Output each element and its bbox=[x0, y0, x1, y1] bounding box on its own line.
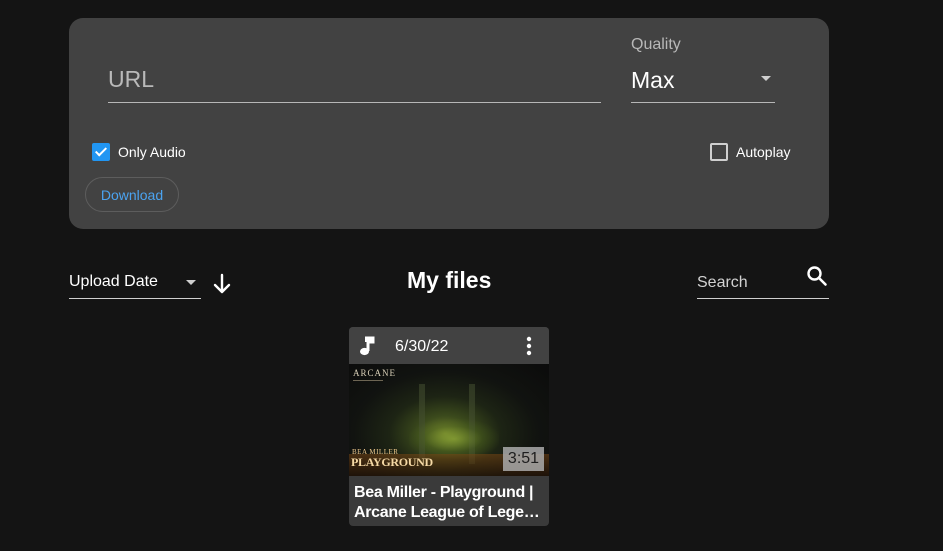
autoplay-label[interactable]: Autoplay bbox=[736, 144, 790, 160]
file-title[interactable]: Bea Miller - Playground | Arcane League … bbox=[354, 483, 546, 523]
file-card-header: 6/30/22 bbox=[349, 327, 549, 364]
download-form-card: Quality Max Only Audio Autoplay Download bbox=[69, 18, 829, 229]
duration-badge: 3:51 bbox=[503, 447, 544, 471]
autoplay-checkbox-row[interactable]: Autoplay bbox=[710, 143, 790, 161]
more-vert-icon[interactable] bbox=[521, 336, 537, 356]
sort-select[interactable]: Upload Date bbox=[69, 266, 201, 299]
app-page: Quality Max Only Audio Autoplay Download… bbox=[0, 0, 943, 551]
dropdown-arrow-icon[interactable] bbox=[761, 76, 771, 81]
autoplay-checkbox[interactable] bbox=[710, 143, 728, 161]
thumbnail-song: PLAYGROUND bbox=[351, 455, 433, 469]
only-audio-label[interactable]: Only Audio bbox=[118, 144, 186, 160]
url-input[interactable] bbox=[108, 58, 601, 100]
file-date: 6/30/22 bbox=[395, 338, 449, 355]
music-note-icon bbox=[360, 336, 375, 356]
download-button[interactable]: Download bbox=[85, 177, 179, 212]
search-input[interactable] bbox=[697, 272, 797, 294]
video-thumbnail[interactable]: ARCANE BEA MILLER PLAYGROUND 3:51 bbox=[349, 364, 549, 476]
search-icon[interactable] bbox=[806, 265, 828, 287]
file-card[interactable]: 6/30/22 ARCANE BEA MILLER PLAYGROUND 3:5… bbox=[349, 327, 549, 526]
thumbnail-decoration bbox=[409, 419, 499, 459]
quality-select[interactable]: Quality Max bbox=[631, 34, 775, 103]
file-title-line[interactable]: Bea Miller - Playground | bbox=[354, 483, 546, 503]
quality-label: Quality bbox=[631, 36, 681, 53]
page-title: My files bbox=[407, 267, 492, 293]
arrow-down-icon[interactable] bbox=[211, 272, 233, 296]
quality-value[interactable]: Max bbox=[631, 67, 674, 94]
url-field[interactable] bbox=[108, 58, 601, 103]
thumbnail-brand-underline bbox=[353, 380, 383, 381]
search-field[interactable] bbox=[697, 262, 829, 299]
sort-value[interactable]: Upload Date bbox=[69, 273, 158, 291]
thumbnail-brand-logo: ARCANE bbox=[353, 368, 397, 378]
file-title-line[interactable]: Arcane League of Legend... bbox=[354, 503, 546, 523]
dropdown-arrow-icon[interactable] bbox=[186, 280, 196, 285]
only-audio-checkbox[interactable] bbox=[92, 143, 110, 161]
only-audio-checkbox-row[interactable]: Only Audio bbox=[92, 143, 186, 161]
